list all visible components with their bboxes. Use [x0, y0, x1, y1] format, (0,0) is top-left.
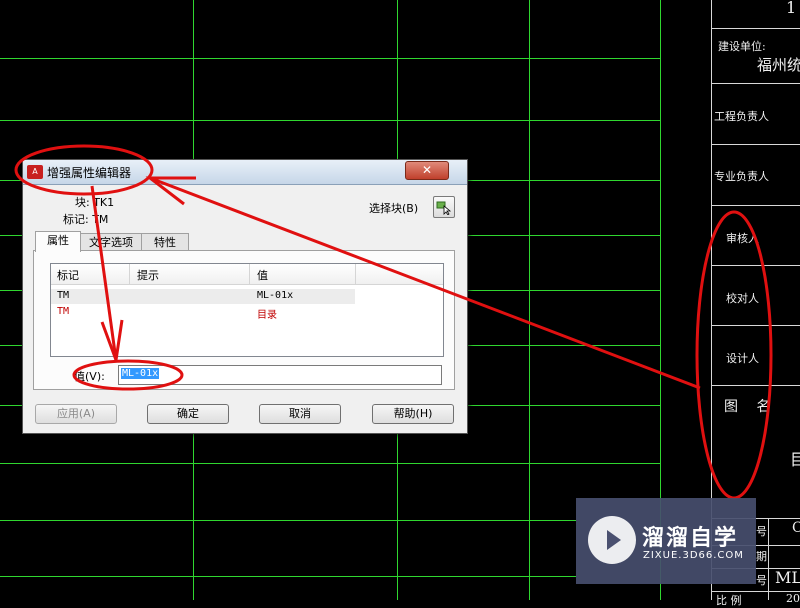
- grid-line: [0, 463, 660, 464]
- grid-line: [529, 0, 530, 600]
- pick-block-icon: [436, 201, 452, 215]
- row-b-label: 期: [756, 550, 767, 563]
- row-d-value: 20: [786, 592, 800, 605]
- grid-line: [0, 58, 660, 59]
- tab-properties[interactable]: 特性: [141, 233, 189, 251]
- review-label: 审核人: [726, 232, 759, 245]
- row-a-label: 号: [756, 525, 767, 538]
- dialog-title: 增强属性编辑器: [47, 166, 132, 180]
- value-label: 值(V):: [74, 370, 105, 383]
- column-header-tag[interactable]: 标记: [57, 267, 79, 283]
- attribute-row[interactable]: TM 目录: [51, 305, 355, 321]
- value-input-text: ML-01x: [121, 368, 160, 379]
- dialog-titlebar[interactable]: A 增强属性编辑器 ✕: [23, 160, 467, 185]
- play-logo-icon: [588, 516, 636, 564]
- tab-text-options[interactable]: 文字选项: [80, 233, 142, 251]
- grid-line: [0, 576, 576, 577]
- drawing-name-value: 目: [790, 450, 800, 469]
- column-divider: [355, 264, 356, 284]
- column-divider: [129, 264, 130, 284]
- block-name-label: 块: TK1: [75, 196, 115, 209]
- title-block-line: [711, 83, 800, 84]
- title-block-line: [768, 518, 769, 600]
- row-value: 目录: [257, 310, 277, 321]
- title-block-line: [711, 385, 800, 386]
- apply-button[interactable]: 应用(A): [35, 404, 117, 424]
- grid-line: [0, 520, 576, 521]
- designer-label: 设计人: [726, 352, 759, 365]
- select-block-label: 选择块(B): [369, 202, 419, 215]
- select-block-button[interactable]: [433, 196, 455, 218]
- title-block-line: [711, 205, 800, 206]
- attribute-panel: 标记 提示 值 TM ML-01x TM 目录 值(V): ML-01x: [33, 250, 455, 390]
- title-block-line: [711, 265, 800, 266]
- corner-digit: 1: [786, 0, 797, 17]
- help-button[interactable]: 帮助(H): [372, 404, 454, 424]
- watermark: 溜溜自学 ZIXUE.3D66.COM: [576, 498, 756, 584]
- attribute-list[interactable]: 标记 提示 值 TM ML-01x TM 目录: [50, 263, 444, 357]
- builder-label: 建设单位:: [718, 40, 766, 53]
- tag-name-label: 标记: TM: [63, 213, 109, 226]
- row-d-label: 比 例: [716, 594, 742, 607]
- attribute-row[interactable]: TM ML-01x: [51, 289, 355, 304]
- watermark-subtitle: ZIXUE.3D66.COM: [643, 550, 744, 561]
- autocad-app-icon: A: [27, 165, 43, 179]
- specialty-label: 专业负责人: [714, 170, 769, 183]
- grid-line: [0, 120, 660, 121]
- title-block-line: [711, 28, 800, 29]
- value-input[interactable]: ML-01x: [118, 365, 442, 385]
- column-divider: [249, 264, 250, 284]
- row-c-label: 号: [756, 574, 767, 587]
- title-block-line: [711, 325, 800, 326]
- enhanced-attribute-editor-dialog: A 增强属性编辑器 ✕ 块: TK1 标记: TM 选择块(B) 属性 文字选项…: [22, 159, 468, 434]
- row-a-value: C: [792, 520, 800, 536]
- tab-attribute[interactable]: 属性: [35, 231, 81, 252]
- column-header-prompt[interactable]: 提示: [137, 267, 159, 283]
- row-value: ML-01x: [257, 290, 294, 301]
- watermark-title: 溜溜自学: [642, 526, 739, 551]
- row-c-value: ML: [775, 568, 800, 587]
- ok-button[interactable]: 确定: [147, 404, 229, 424]
- row-tag: TM: [57, 290, 70, 301]
- row-tag: TM: [57, 306, 70, 317]
- cancel-button[interactable]: 取消: [259, 404, 341, 424]
- attribute-list-header: 标记 提示 值: [51, 264, 443, 285]
- title-block-line: [711, 144, 800, 145]
- column-header-value[interactable]: 值: [257, 267, 268, 283]
- engineer-label: 工程负责人: [714, 110, 769, 123]
- drawing-name-label: 图 名: [724, 399, 771, 415]
- checker-label: 校对人: [726, 292, 759, 305]
- builder-value: 福州统: [757, 56, 800, 74]
- close-button[interactable]: ✕: [405, 161, 449, 180]
